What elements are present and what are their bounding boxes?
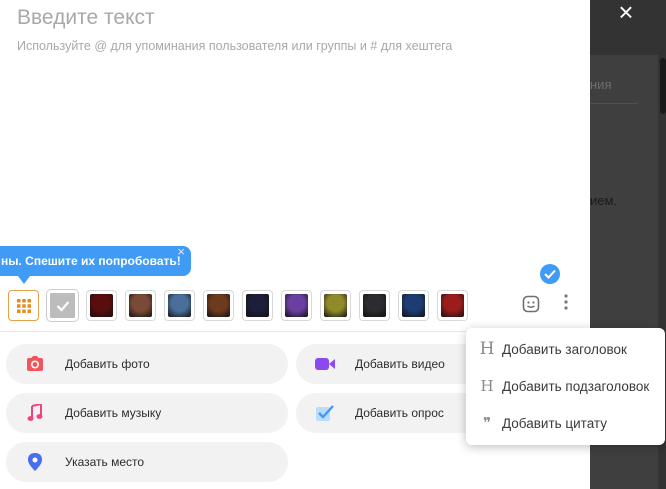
tooltip-text: ны. Спешите их попробовать!: [1, 254, 181, 268]
background-swatch[interactable]: [437, 290, 468, 321]
background-swatch-image: [402, 294, 425, 317]
add-place-label: Указать место: [65, 455, 145, 469]
add-poll-label: Добавить опрос: [355, 406, 444, 420]
add-poll-button[interactable]: Добавить опрос: [296, 393, 466, 433]
all-backgrounds-grid-icon[interactable]: [8, 290, 39, 321]
add-music-button[interactable]: Добавить музыку: [6, 393, 288, 433]
background-swatch[interactable]: [320, 290, 351, 321]
menu-add-subheading-label: Добавить подзаголовок: [502, 378, 650, 394]
more-options-icon[interactable]: [556, 293, 576, 317]
background-swatch-image: [90, 294, 113, 317]
background-swatch-image: [246, 294, 269, 317]
menu-add-quote[interactable]: ❞ Добавить цитату: [466, 405, 665, 441]
background-swatch-image: [363, 294, 386, 317]
post-text-hint: Используйте @ для упоминания пользовател…: [17, 39, 453, 53]
new-backgrounds-tooltip: ны. Спешите их попробовать! ×: [0, 244, 191, 276]
background-picker: [8, 290, 468, 321]
add-music-label: Добавить музыку: [65, 406, 162, 420]
video-camera-icon: [315, 354, 335, 374]
close-icon[interactable]: ×: [612, 0, 640, 28]
add-place-button[interactable]: Указать место: [6, 442, 288, 482]
add-photo-label: Добавить фото: [65, 357, 150, 371]
emoji-icon[interactable]: [522, 295, 542, 315]
background-swatch[interactable]: [281, 290, 312, 321]
location-pin-icon: [25, 452, 45, 472]
tooltip-arrow: [18, 276, 30, 284]
background-swatch-image: [168, 294, 191, 317]
background-swatch-image: [207, 294, 230, 317]
background-swatch[interactable]: [359, 290, 390, 321]
menu-add-quote-label: Добавить цитату: [502, 415, 608, 431]
background-swatch[interactable]: [125, 290, 156, 321]
background-swatch-image: [129, 294, 152, 317]
tooltip-close-icon[interactable]: ×: [177, 237, 185, 267]
more-options-menu: H Добавить заголовок H Добавить подзагол…: [466, 328, 665, 445]
camera-icon: [25, 354, 45, 374]
background-text: ием.: [590, 193, 618, 208]
background-swatch[interactable]: [398, 290, 429, 321]
background-swatch-plain[interactable]: [47, 290, 78, 321]
poll-check-icon: [315, 403, 335, 423]
quote-icon: ❞: [482, 414, 492, 432]
background-swatch[interactable]: [86, 290, 117, 321]
background-swatch-image: [441, 294, 464, 317]
background-swatch[interactable]: [203, 290, 234, 321]
add-video-button[interactable]: Добавить видео: [296, 344, 466, 384]
background-swatch-image: [285, 294, 308, 317]
scrollbar-thumb[interactable]: [660, 58, 666, 114]
menu-add-heading[interactable]: H Добавить заголовок: [466, 331, 665, 367]
menu-add-subheading[interactable]: H Добавить подзаголовок: [466, 368, 665, 404]
background-swatch[interactable]: [242, 290, 273, 321]
subheading-icon: H: [480, 377, 494, 395]
add-photo-button[interactable]: Добавить фото: [6, 344, 288, 384]
selected-check-icon: [540, 264, 560, 284]
post-text-input[interactable]: Введите текст: [17, 6, 155, 30]
background-tab-divider: [590, 103, 638, 104]
heading-icon: H: [479, 339, 495, 359]
music-note-icon: [25, 403, 45, 423]
background-tab: ния: [590, 77, 612, 92]
background-swatch-image: [324, 294, 347, 317]
background-swatch[interactable]: [164, 290, 195, 321]
add-video-label: Добавить видео: [355, 357, 445, 371]
menu-add-heading-label: Добавить заголовок: [502, 341, 627, 357]
